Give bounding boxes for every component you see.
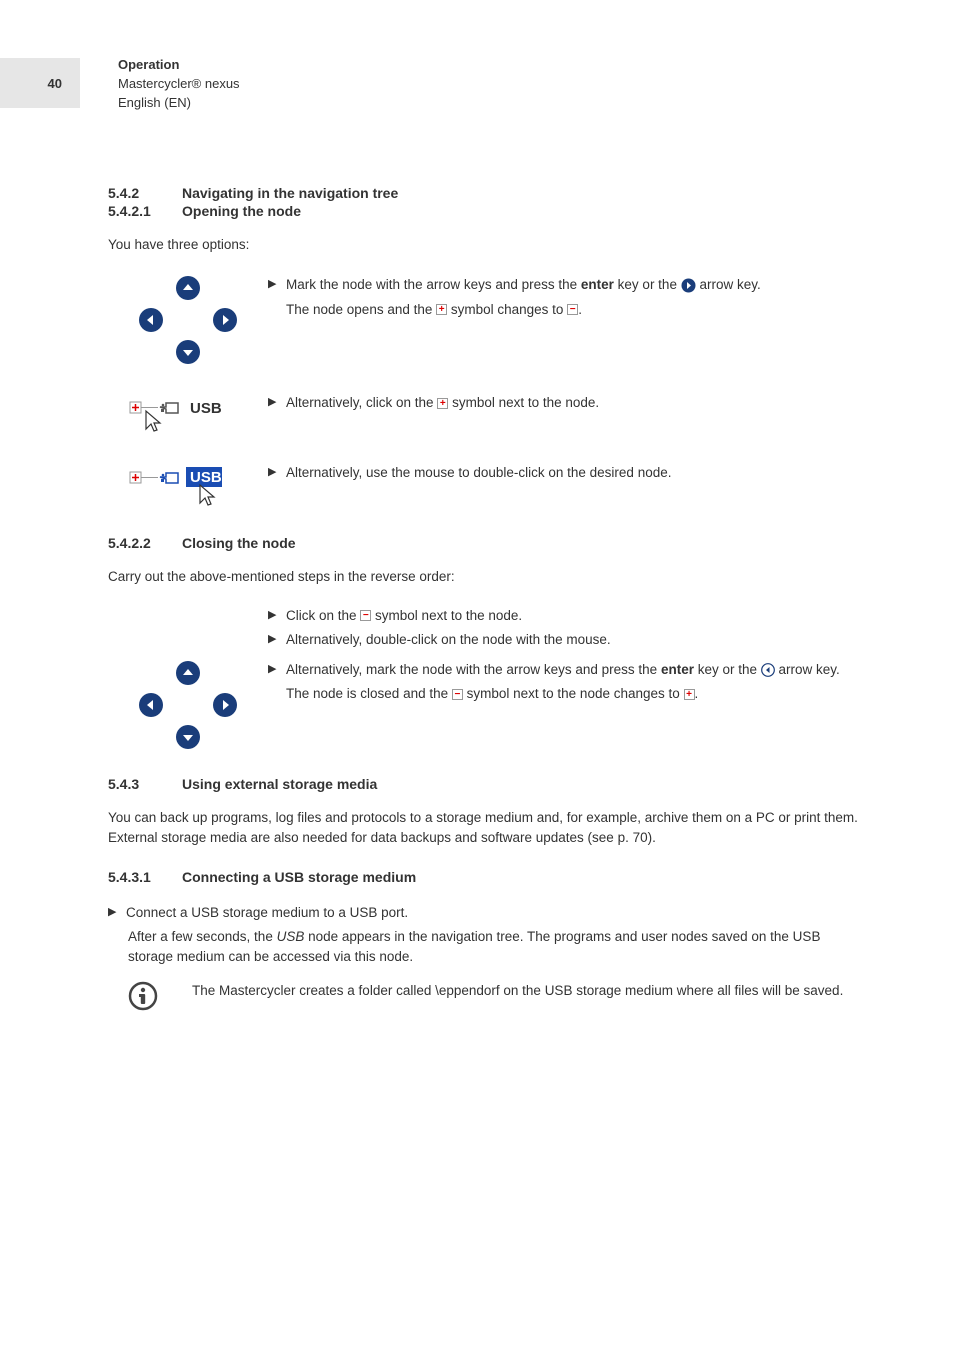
section-title: Connecting a USB storage medium bbox=[182, 869, 416, 885]
bullet-icon: ▶ bbox=[268, 660, 286, 680]
section-number: 5.4.3 bbox=[108, 776, 182, 792]
plus-icon: + bbox=[437, 398, 448, 409]
product-name: Mastercycler® nexus bbox=[118, 75, 240, 94]
section-title: Navigating in the navigation tree bbox=[182, 185, 398, 201]
p-5-4-3: You can back up programs, log files and … bbox=[108, 808, 868, 849]
option-1-text: Mark the node with the arrow keys and pr… bbox=[286, 275, 868, 295]
info-note: The Mastercycler creates a folder called… bbox=[192, 981, 868, 1016]
arrow-keys-icon bbox=[138, 660, 238, 750]
arrow-left-icon bbox=[138, 307, 164, 333]
section-number: 5.4.2 bbox=[108, 185, 182, 201]
usb-doubleclick-icon: USB bbox=[128, 463, 268, 517]
intro-close: Carry out the above-mentioned steps in t… bbox=[108, 567, 868, 587]
bullet-icon: ▶ bbox=[108, 903, 126, 923]
section-5-4-3-1: 5.4.3.1 Connecting a USB storage medium bbox=[108, 869, 868, 885]
bullet-icon: ▶ bbox=[268, 463, 286, 483]
section-title: Opening the node bbox=[182, 203, 301, 219]
svg-text:USB: USB bbox=[190, 469, 222, 486]
option-3-text: Alternatively, use the mouse to double-c… bbox=[286, 463, 868, 483]
bullet-icon: ▶ bbox=[268, 275, 286, 295]
usb-click-icon: USB bbox=[128, 393, 268, 441]
arrow-left-icon bbox=[761, 663, 775, 677]
minus-icon: − bbox=[452, 689, 463, 700]
section-title: Using external storage media bbox=[182, 776, 377, 792]
bullet-icon: ▶ bbox=[268, 630, 286, 650]
arrow-right-icon bbox=[681, 278, 696, 293]
section-title: Closing the node bbox=[182, 535, 296, 551]
language: English (EN) bbox=[118, 94, 240, 113]
arrow-right-icon bbox=[212, 307, 238, 333]
section-5-4-3: 5.4.3 Using external storage media bbox=[108, 776, 868, 792]
close-step-2: Alternatively, double-click on the node … bbox=[286, 630, 868, 650]
chapter-title: Operation bbox=[118, 56, 240, 75]
section-5-4-2-1: 5.4.2.1 Opening the node bbox=[108, 203, 868, 219]
option-2-text: Alternatively, click on the + symbol nex… bbox=[286, 393, 868, 413]
arrow-keys-icon bbox=[138, 275, 238, 365]
intro-open: You have three options: bbox=[108, 235, 868, 255]
close-step-3-result: The node is closed and the − symbol next… bbox=[286, 684, 868, 704]
arrow-up-icon bbox=[175, 660, 201, 686]
arrow-up-icon bbox=[175, 275, 201, 301]
arrow-down-icon bbox=[175, 339, 201, 365]
usb-connect-result: After a few seconds, the USB node appear… bbox=[128, 927, 868, 968]
page-number: 40 bbox=[48, 76, 62, 91]
minus-icon: − bbox=[360, 610, 371, 621]
arrow-down-icon bbox=[175, 724, 201, 750]
option-1-result: The node opens and the + symbol changes … bbox=[286, 300, 868, 320]
bullet-icon: ▶ bbox=[268, 393, 286, 413]
section-5-4-2-2: 5.4.2.2 Closing the node bbox=[108, 535, 868, 551]
page-number-tab: 40 bbox=[0, 58, 80, 108]
info-icon bbox=[128, 981, 158, 1016]
plus-icon: + bbox=[436, 304, 447, 315]
section-number: 5.4.2.2 bbox=[108, 535, 182, 551]
arrow-left-icon bbox=[138, 692, 164, 718]
usb-connect-step: Connect a USB storage medium to a USB po… bbox=[126, 903, 868, 923]
close-step-3: Alternatively, mark the node with the ar… bbox=[286, 660, 868, 680]
section-number: 5.4.3.1 bbox=[108, 869, 182, 885]
section-5-4-2: 5.4.2 Navigating in the navigation tree bbox=[108, 185, 868, 201]
svg-text:USB: USB bbox=[190, 400, 222, 417]
arrow-right-icon bbox=[212, 692, 238, 718]
minus-icon: − bbox=[567, 304, 578, 315]
bullet-icon: ▶ bbox=[268, 606, 286, 626]
section-number: 5.4.2.1 bbox=[108, 203, 182, 219]
plus-icon: + bbox=[684, 689, 695, 700]
close-step-1: Click on the − symbol next to the node. bbox=[286, 606, 868, 626]
page-header: Operation Mastercycler® nexus English (E… bbox=[118, 56, 240, 113]
